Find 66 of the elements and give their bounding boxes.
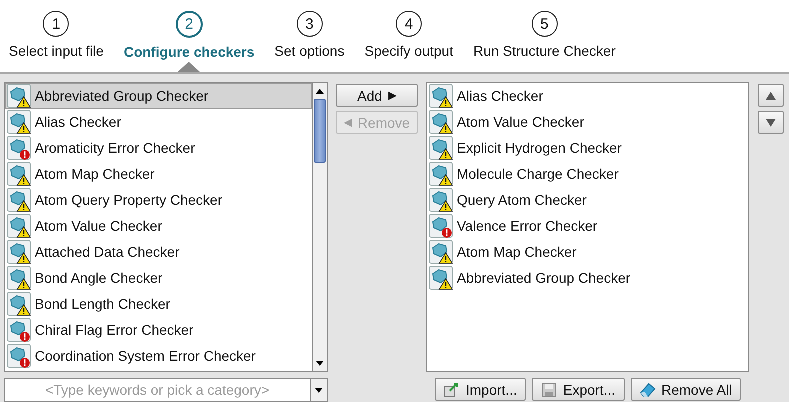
step-number: 1	[43, 11, 70, 37]
step-label[interactable]: Set options	[274, 43, 345, 59]
error-checker-icon	[7, 136, 31, 160]
triangle-down-icon	[766, 118, 776, 126]
checker-list-item[interactable]: Valence Error Checker	[427, 213, 748, 239]
scroll-down-icon	[316, 360, 324, 366]
warning-checker-icon	[7, 240, 31, 264]
move-down-button[interactable]	[758, 111, 784, 134]
save-icon	[541, 382, 558, 398]
warning-checker-icon	[429, 266, 453, 290]
step-label[interactable]: Configure checkers	[124, 44, 255, 60]
checker-list-item[interactable]: Atom Query Property Checker	[5, 187, 312, 213]
search-combo-field[interactable]: <Type keywords or pick a category>	[4, 378, 328, 402]
step-number: 5	[532, 11, 558, 37]
export-button[interactable]: Export...	[532, 378, 624, 401]
scroll-up-icon	[316, 88, 324, 94]
scrollbar[interactable]	[312, 82, 328, 372]
step-number: 2	[176, 11, 203, 38]
warning-checker-icon	[429, 110, 453, 134]
checker-list-item[interactable]: Explicit Hydrogen Checker	[427, 135, 748, 161]
checker-list-item[interactable]: Coordination System Error Checker	[5, 343, 312, 369]
checker-list-item[interactable]: Atom Value Checker	[5, 213, 312, 239]
checker-list-item[interactable]: Atom Map Checker	[427, 239, 748, 265]
checker-list-item[interactable]: Abbreviated Group Checker	[5, 83, 312, 109]
step-number: 4	[396, 11, 422, 37]
warning-checker-icon	[7, 188, 31, 212]
eraser-icon	[640, 382, 656, 398]
error-checker-icon	[429, 214, 453, 238]
checker-list-item[interactable]: Alias Checker	[5, 109, 312, 135]
step-number: 3	[296, 11, 323, 37]
error-checker-icon	[7, 344, 31, 368]
checker-list-item[interactable]: Molecule Charge Checker	[427, 161, 748, 187]
checker-list-item[interactable]: Attached Data Checker	[5, 239, 312, 265]
checker-list-item[interactable]: Aromaticity Error Checker	[5, 135, 312, 161]
checker-list-item[interactable]: Alias Checker	[427, 83, 748, 109]
scrollbar-thumb[interactable]	[314, 99, 326, 163]
warning-checker-icon	[7, 214, 31, 238]
checker-list-item[interactable]: Query Atom Checker	[427, 187, 748, 213]
warning-checker-icon	[7, 266, 31, 290]
checker-list-item[interactable]: Bond Angle Checker	[5, 265, 312, 291]
warning-checker-icon	[429, 84, 453, 108]
warning-checker-icon	[429, 162, 453, 186]
step-label[interactable]: Specify output	[364, 43, 454, 59]
warning-checker-icon	[429, 188, 453, 212]
current-step-marker	[178, 62, 200, 72]
add-button[interactable]: Add ▶	[336, 84, 418, 107]
checker-list-item[interactable]: Abbreviated Group Checker	[427, 265, 748, 291]
warning-checker-icon	[429, 136, 453, 160]
triangle-up-icon	[766, 92, 776, 100]
checker-list-item[interactable]: Bond Length Checker	[5, 291, 312, 317]
warning-checker-icon	[429, 240, 453, 264]
checker-list-item[interactable]: Atom Map Checker	[5, 161, 312, 187]
remove-all-button[interactable]: Remove All	[630, 378, 742, 401]
import-button[interactable]: Import...	[435, 378, 526, 401]
checker-list-item[interactable]: Atom Value Checker	[427, 109, 748, 135]
move-up-button[interactable]	[758, 84, 784, 107]
step-label[interactable]: Select input file	[9, 43, 104, 59]
step-label[interactable]: Run Structure Checker	[473, 43, 616, 59]
warning-checker-icon	[7, 292, 31, 316]
import-icon	[444, 382, 460, 398]
warning-checker-icon	[7, 110, 31, 134]
warning-checker-icon	[7, 162, 31, 186]
warning-checker-icon	[7, 84, 31, 108]
error-checker-icon	[7, 318, 31, 342]
checker-list-item[interactable]: Chiral Flag Error Checker	[5, 317, 312, 343]
dropdown-icon	[315, 388, 323, 392]
